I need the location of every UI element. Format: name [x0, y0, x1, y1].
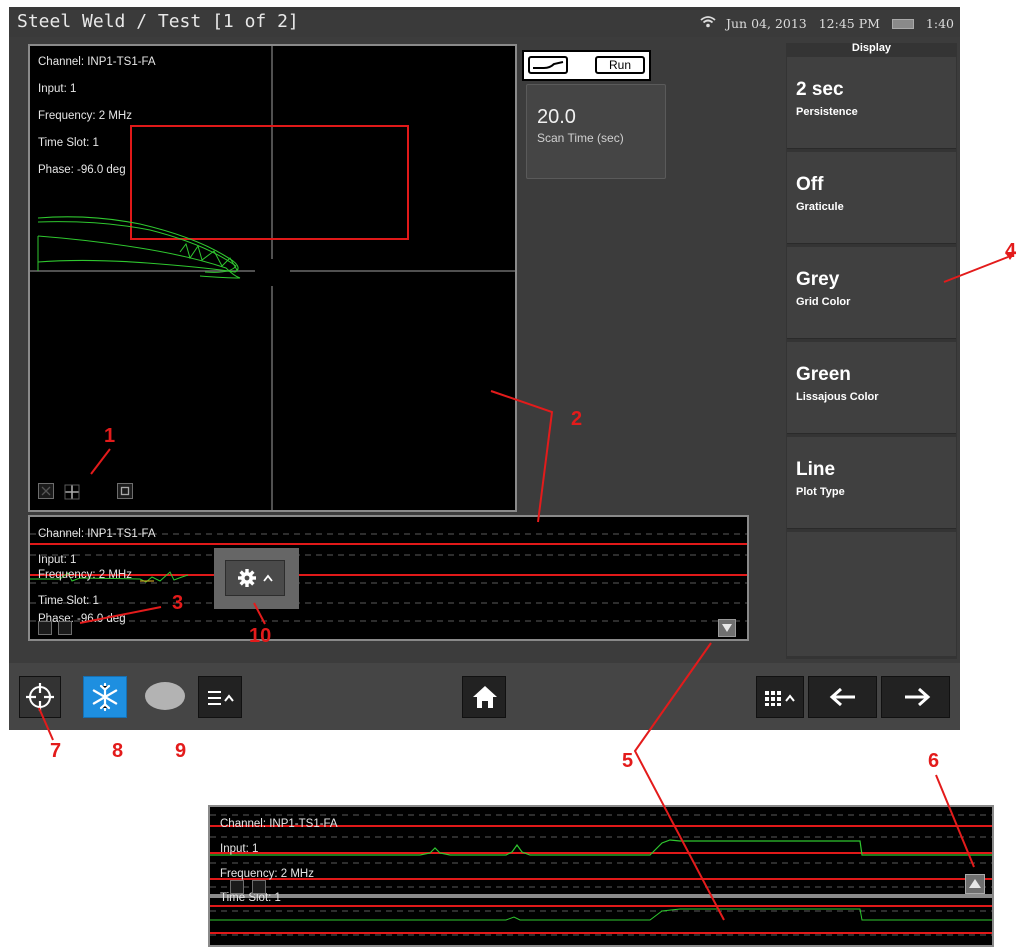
callout-7: 7: [50, 740, 62, 762]
strip-chart-panel[interactable]: Channel: INP1-TS1-FA Input: 1 Frequency:…: [28, 515, 749, 641]
grid-color-label: Grid Color: [796, 296, 851, 308]
crosshair-button[interactable]: [19, 676, 61, 718]
persistence-button[interactable]: 2 sec Persistence: [787, 57, 956, 149]
callout-3: 3: [172, 592, 184, 614]
gear-icon: [238, 569, 256, 587]
timeslot-text: Time Slot: 1: [38, 595, 99, 607]
menu-icon: [208, 691, 234, 705]
callout-6: 6: [928, 750, 940, 772]
battery-time: 1:40: [925, 16, 954, 31]
timeslot-text: Time Slot: 1: [220, 892, 281, 904]
time-text: 12:45 PM: [818, 16, 880, 31]
graticule-button[interactable]: Off Graticule: [787, 152, 956, 244]
channel-text: Channel: INP1-TS1-FA: [220, 818, 338, 830]
crosshair-toggle-icon[interactable]: [252, 880, 266, 894]
display-panel: Display 2 sec Persistence Off Graticule …: [786, 42, 957, 659]
input-text: Input: 1: [220, 843, 259, 855]
grid-menu-button[interactable]: [756, 676, 804, 718]
run-button[interactable]: Run: [595, 56, 645, 74]
persistence-label: Persistence: [796, 106, 858, 118]
lissajous-color-button[interactable]: Green Lissajous Color: [787, 342, 956, 434]
channel-text: Channel: INP1-TS1-FA: [38, 56, 156, 68]
settings-button[interactable]: [225, 560, 285, 596]
input-text: Input: 1: [38, 83, 77, 95]
triangle-up-icon: [969, 879, 981, 888]
ellipse-button[interactable]: [144, 676, 186, 718]
callout-9: 9: [175, 740, 187, 762]
freeze-button[interactable]: [83, 676, 127, 718]
status-area: Jun 04, 2013 12:45 PM 1:40: [700, 15, 954, 31]
battery-icon: [891, 18, 914, 29]
timeslot-text: Time Slot: 1: [38, 137, 99, 149]
callout-4: 4: [1005, 240, 1017, 262]
lissajous-color-value: Green: [796, 364, 851, 385]
forward-button[interactable]: [881, 676, 950, 718]
strip-info: Channel: INP1-TS1-FA Input: 1 Frequency:…: [38, 528, 156, 629]
clear-icon[interactable]: [38, 621, 52, 635]
box-toggle-icon[interactable]: [117, 483, 133, 499]
grid-color-button[interactable]: Grey Grid Color: [787, 247, 956, 339]
expanded-strip-chart[interactable]: Channel: INP1-TS1-FA Input: 1 Frequency:…: [208, 805, 994, 947]
collapse-strip-button[interactable]: [965, 874, 985, 894]
title-bar: Steel Weld / Test [1 of 2] Jun 04, 2013 …: [9, 7, 960, 37]
ellipse-icon: [145, 682, 185, 710]
clear-icon[interactable]: [230, 880, 244, 894]
back-button[interactable]: [808, 676, 877, 718]
grid-color-value: Grey: [796, 269, 840, 290]
scan-time-label: Scan Time (sec): [537, 131, 624, 145]
scan-time-box[interactable]: 20.0 Scan Time (sec): [526, 84, 666, 179]
triangle-down-icon: [722, 624, 732, 632]
channel-text: Channel: INP1-TS1-FA: [38, 528, 156, 540]
display-panel-title: Display: [851, 42, 892, 54]
crosshair-toggle-icon[interactable]: [58, 621, 72, 635]
frequency-text: Frequency: 2 MHz: [38, 110, 132, 122]
callout-8: 8: [112, 740, 124, 762]
bottom-toolbar: [9, 663, 960, 730]
grid-icon: [765, 691, 795, 706]
lissajous-panel[interactable]: Channel: INP1-TS1-FA Input: 1 Frequency:…: [28, 44, 517, 512]
phase-text: Phase: -96.0 deg: [38, 613, 126, 625]
instrument-screen: Steel Weld / Test [1 of 2] Jun 04, 2013 …: [9, 7, 960, 730]
crosshair-icon: [26, 683, 54, 711]
arrow-right-icon: [905, 687, 931, 707]
plot-type-button[interactable]: Line Plot Type: [787, 437, 956, 529]
phase-text: Phase: -96.0 deg: [38, 164, 126, 176]
callout-1: 1: [104, 425, 116, 447]
callout-10: 10: [249, 625, 272, 647]
clear-icon[interactable]: [38, 483, 54, 499]
lissajous-color-label: Lissajous Color: [796, 391, 879, 403]
home-icon: [473, 686, 497, 708]
wifi-icon: [700, 16, 716, 31]
lissajous-info: Channel: INP1-TS1-FA Input: 1 Frequency:…: [38, 56, 156, 191]
callout-5: 5: [622, 750, 634, 772]
plot-type-value: Line: [796, 459, 836, 480]
snowflake-icon: [92, 682, 118, 712]
date-text: Jun 04, 2013: [726, 16, 807, 31]
crosshair-toggle-icon[interactable]: [63, 483, 80, 500]
plot-type-label: Plot Type: [796, 486, 845, 498]
empty-slot: [787, 532, 956, 656]
scan-time-value: 20.0: [537, 106, 576, 128]
graticule-label: Graticule: [796, 201, 844, 213]
graticule-value: Off: [796, 174, 824, 195]
menu-button[interactable]: [198, 676, 242, 718]
arrow-left-icon: [829, 687, 855, 707]
persistence-value: 2 sec: [796, 79, 844, 100]
callout-2: 2: [571, 408, 583, 430]
chevron-up-icon: [263, 574, 273, 582]
frequency-text: Frequency: 2 MHz: [38, 569, 132, 581]
home-button[interactable]: [462, 676, 506, 718]
page-title: Steel Weld / Test [1 of 2]: [17, 11, 299, 32]
run-control: Run: [522, 50, 651, 81]
signal-icon[interactable]: [528, 56, 568, 74]
expand-strip-button[interactable]: [718, 619, 736, 637]
input-text: Input: 1: [38, 554, 77, 566]
